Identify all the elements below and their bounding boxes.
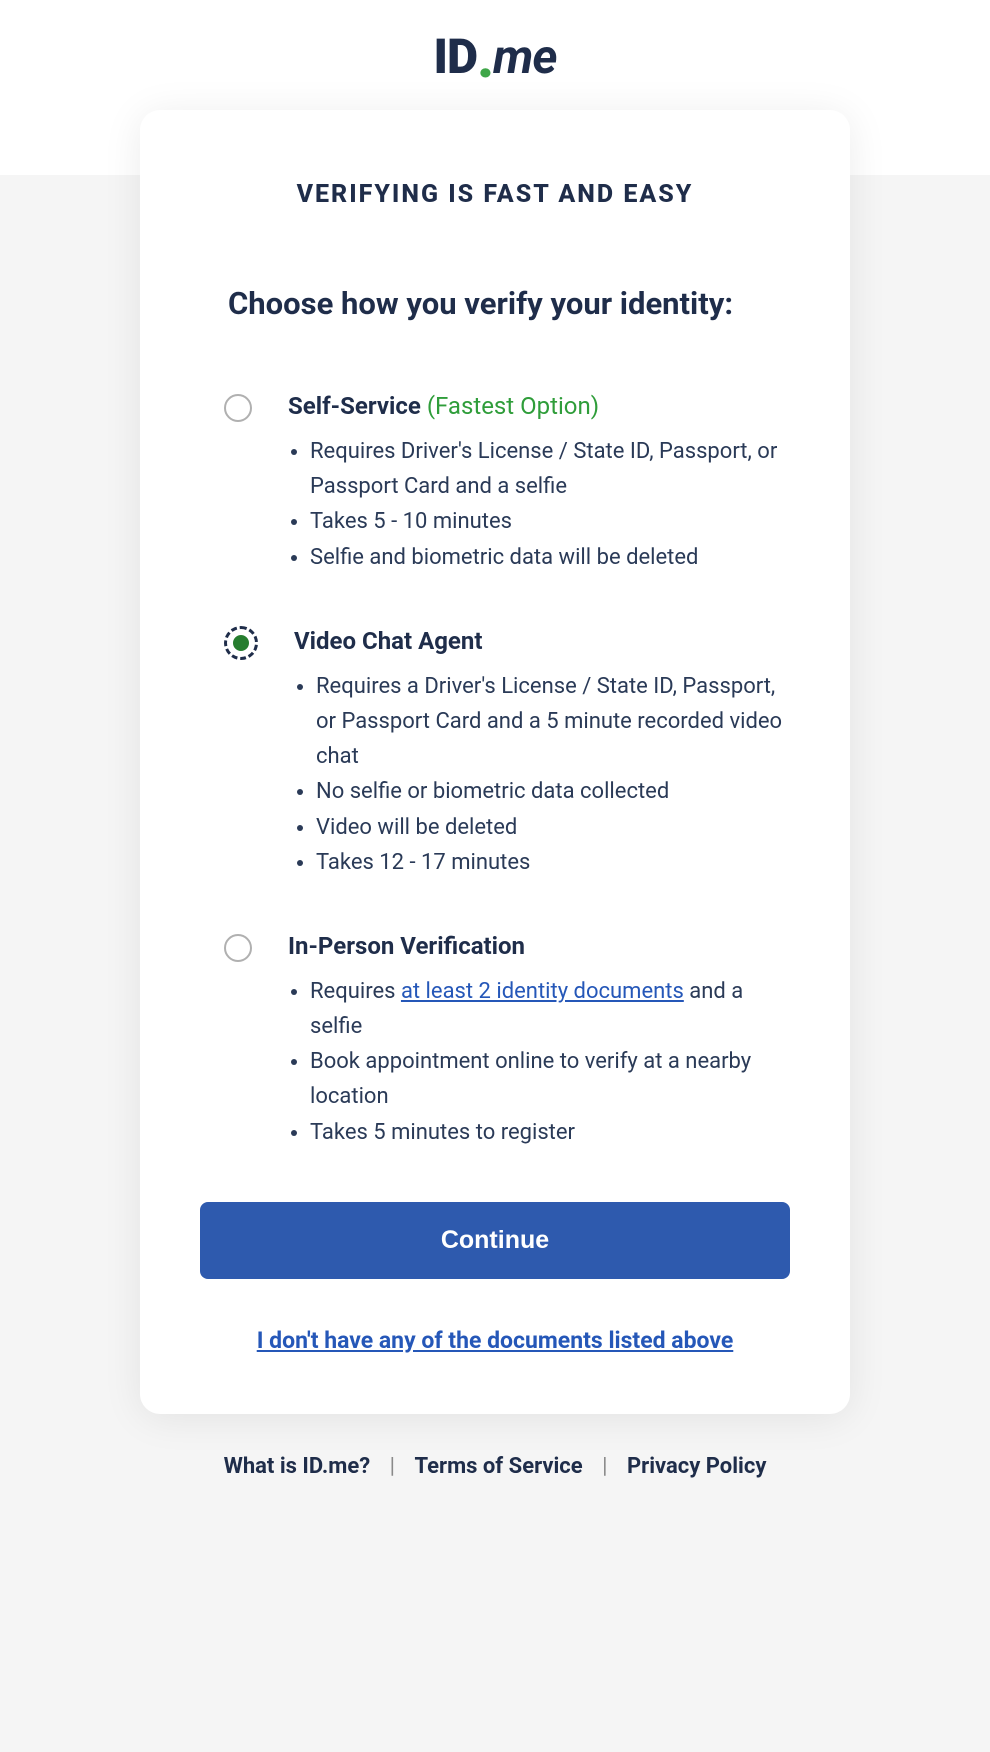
list-item: Selfie and biometric data will be delete…	[310, 540, 790, 575]
option-title-text: Video Chat Agent	[294, 627, 482, 655]
logo-me: me	[493, 28, 556, 85]
option-video-chat-content: Video Chat Agent Requires a Driver's Lic…	[294, 627, 790, 880]
logo: ID.me	[434, 28, 557, 85]
logo-dot-icon: .	[477, 25, 493, 91]
option-title-text: Self-Service	[288, 392, 421, 420]
radio-video-chat[interactable]	[224, 626, 258, 660]
verification-card: VERIFYING IS FAST AND EASY Choose how yo…	[140, 110, 850, 1414]
option-self-service-title: Self-Service (Fastest Option)	[288, 392, 790, 420]
option-in-person-content: In-Person Verification Requires at least…	[288, 932, 790, 1150]
list-item: Takes 5 minutes to register	[310, 1115, 790, 1150]
identity-documents-link[interactable]: at least 2 identity documents	[401, 979, 684, 1004]
list-item: Requires Driver's License / State ID, Pa…	[310, 434, 790, 504]
option-in-person-title: In-Person Verification	[288, 932, 790, 960]
list-item: No selfie or biometric data collected	[316, 774, 790, 809]
option-title-text: In-Person Verification	[288, 932, 525, 960]
option-video-chat-title: Video Chat Agent	[294, 627, 790, 655]
card-subtitle: Choose how you verify your identity:	[228, 285, 790, 322]
list-item: Takes 12 - 17 minutes	[316, 845, 790, 880]
footer-separator: |	[390, 1454, 395, 1479]
no-documents-link[interactable]: I don't have any of the documents listed…	[200, 1327, 790, 1354]
footer: What is ID.me? | Terms of Service | Priv…	[0, 1414, 990, 1519]
privacy-policy-link[interactable]: Privacy Policy	[627, 1454, 766, 1479]
what-is-idme-link[interactable]: What is ID.me?	[224, 1454, 371, 1479]
logo-id: ID	[434, 28, 478, 85]
radio-self-service[interactable]	[224, 394, 252, 422]
option-video-chat-list: Requires a Driver's License / State ID, …	[294, 669, 790, 880]
option-self-service[interactable]: Self-Service (Fastest Option) Requires D…	[200, 392, 790, 575]
list-item: Takes 5 - 10 minutes	[310, 504, 790, 539]
list-item: Book appointment online to verify at a n…	[310, 1044, 790, 1114]
footer-separator: |	[602, 1454, 607, 1479]
option-video-chat[interactable]: Video Chat Agent Requires a Driver's Lic…	[200, 627, 790, 880]
option-badge: (Fastest Option)	[427, 392, 599, 420]
radio-in-person[interactable]	[224, 934, 252, 962]
list-item: Video will be deleted	[316, 810, 790, 845]
list-item: Requires a Driver's License / State ID, …	[316, 669, 790, 775]
list-item-pre: Requires	[310, 979, 401, 1004]
option-in-person-list: Requires at least 2 identity documents a…	[288, 974, 790, 1150]
option-self-service-content: Self-Service (Fastest Option) Requires D…	[288, 392, 790, 575]
continue-button[interactable]: Continue	[200, 1202, 790, 1279]
card-title: VERIFYING IS FAST AND EASY	[200, 180, 790, 209]
option-in-person[interactable]: In-Person Verification Requires at least…	[200, 932, 790, 1150]
option-self-service-list: Requires Driver's License / State ID, Pa…	[288, 434, 790, 575]
list-item: Requires at least 2 identity documents a…	[310, 974, 790, 1044]
terms-of-service-link[interactable]: Terms of Service	[414, 1454, 582, 1479]
